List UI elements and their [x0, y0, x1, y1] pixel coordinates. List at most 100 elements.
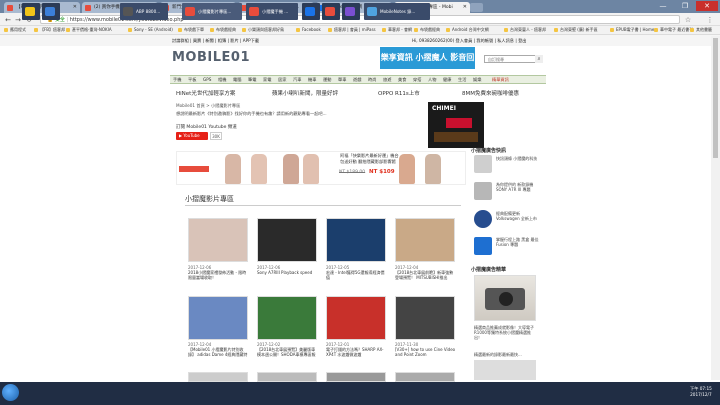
header-banner[interactable]: 樂享資訊 小摺魔人 影音回顧 — [380, 47, 475, 84]
nav-item[interactable]: 汽車 — [293, 77, 301, 83]
nav-item[interactable]: 娛樂 — [473, 77, 481, 83]
nav-item[interactable]: 筆電 — [248, 77, 256, 83]
nav-item[interactable]: 生活 — [458, 77, 466, 83]
taskbar-app[interactable] — [42, 3, 60, 20]
promo-link[interactable]: 蘋果小喇叭新聞，限量好評 — [272, 89, 338, 97]
ad-strip[interactable] — [176, 151, 466, 185]
nav-item[interactable]: 手機 — [173, 77, 181, 83]
close-window-button[interactable]: ✕ — [696, 1, 718, 11]
maximize-button[interactable]: ❐ — [674, 1, 696, 11]
bookmark-item[interactable]: 其他書籤 — [690, 27, 712, 33]
close-icon[interactable]: ✕ — [73, 4, 77, 10]
video-thumbnail[interactable] — [257, 218, 317, 262]
nav-item[interactable]: 機車 — [308, 77, 316, 83]
video-thumbnail[interactable] — [326, 218, 386, 262]
bookmark-item[interactable]: 應用程式 — [4, 27, 26, 33]
video-title[interactable]: 【2018台北車展前瞻】新車強勢登場預覽！ MITSUBISHI推出 — [395, 270, 457, 280]
top-link[interactable]: 相簿 — [218, 38, 226, 43]
search-input[interactable]: 自訂搜尋 — [484, 55, 542, 63]
sidebar-item-text[interactable]: 為你提供的 新款錄機 SONY A7R III 專題 — [496, 182, 542, 192]
sidebar-thumbnail[interactable] — [474, 237, 492, 255]
nav-item[interactable]: 遊戲 — [353, 77, 361, 83]
nav-item[interactable]: 單車 — [338, 77, 346, 83]
system-clock[interactable]: 下午 07:15 2017/12/7 — [690, 386, 712, 398]
top-link[interactable]: 討論群組 — [172, 38, 189, 43]
my-account-link[interactable]: 我的帳號 — [476, 38, 493, 43]
new-tab-button[interactable] — [470, 3, 483, 12]
video-title[interactable]: 電子打錢的方法嗎？SHARP AX-XP4T 水波爐微波爐 — [326, 347, 388, 357]
nav-item[interactable]: GPS — [203, 77, 211, 82]
taskbar-app[interactable]: ABP 8800... — [120, 3, 168, 20]
video-thumbnail[interactable] — [395, 296, 455, 340]
video-title[interactable]: 【Mobile01 小摺魔影片特別收錄】 adidas Dame 4經典隱藏特 — [188, 347, 250, 357]
bookmark-item[interactable]: 布袋戲經典 — [414, 27, 440, 33]
top-link[interactable]: APP下載 — [243, 38, 259, 43]
bookmark-item[interactable]: EPUB電子書 | Home — [610, 27, 654, 33]
sidebar-caption[interactable]: 精選商品推薦成就影像！大導電子R1000等獨特系統小摺魔精選推出！ — [474, 325, 538, 340]
video-thumbnail[interactable] — [326, 296, 386, 340]
nav-item[interactable]: 平板 — [188, 77, 196, 83]
nav-item[interactable]: 穿搭 — [413, 77, 421, 83]
sidebar-thumbnail[interactable] — [474, 155, 492, 173]
dashcam-image[interactable] — [474, 275, 536, 321]
forward-icon[interactable]: → — [14, 16, 22, 24]
promo-link[interactable]: OPPO R11s上市 — [378, 89, 420, 97]
taskbar-app[interactable] — [322, 3, 340, 20]
taskbar-app[interactable]: 小摺魔手機 ... — [246, 3, 298, 20]
youtube-subscribe-button[interactable]: ▶ YouTube — [176, 132, 208, 140]
top-link[interactable]: 影片 — [230, 38, 238, 43]
star-icon[interactable]: ☆ — [684, 16, 692, 24]
video-thumbnail[interactable] — [257, 372, 317, 382]
nav-item[interactable]: 時尚 — [368, 77, 376, 83]
taskbar-app[interactable] — [302, 3, 320, 20]
video-thumbnail[interactable] — [257, 296, 317, 340]
nav-item[interactable]: 電腦 — [233, 77, 241, 83]
sidebar-item-text[interactable]: 經典配備更新 Volkswagen 全新上市 — [496, 211, 542, 221]
nav-item[interactable]: 旅遊 — [383, 77, 391, 83]
nav-item[interactable]: 運動 — [323, 77, 331, 83]
promo-link[interactable]: HiNet光世代加輕享方案 — [176, 89, 235, 97]
bookmark-item[interactable]: 布袋戲經典 — [210, 27, 236, 33]
search-icon[interactable]: ⌕ — [535, 55, 543, 63]
top-link[interactable]: 買賣 — [193, 38, 201, 43]
volkswagen-logo-icon[interactable] — [474, 210, 492, 228]
video-thumbnail[interactable] — [188, 296, 248, 340]
video-title[interactable]: 【2018台北車展預覽】美麗版車模本週公開！SHODA車模專區報 — [257, 347, 319, 357]
start-button[interactable] — [2, 384, 19, 401]
bookmark-item[interactable]: 台灣東堅 (廣) 新手區 — [554, 27, 598, 33]
nav-item[interactable]: 相機 — [218, 77, 226, 83]
video-title[interactable]: 宏達 - Intel獲得5G還報導經濟價值 — [326, 270, 388, 280]
close-icon[interactable]: ✕ — [463, 4, 467, 10]
ad-text[interactable]: 阿福「快樂影片最新好運」機台包送好動 翻拍隱藏影部影響館 — [340, 153, 402, 165]
nav-item[interactable]: 健康 — [443, 77, 451, 83]
promo-link[interactable]: 8MM免費來碗咖啡優惠 — [462, 89, 519, 97]
bookmark-item[interactable]: Android 台灣中文網 — [446, 27, 489, 33]
menu-icon[interactable]: ⋮ — [706, 16, 714, 24]
minimize-button[interactable]: — — [652, 1, 674, 11]
bookmark-item[interactable]: 痞客邦 | 會員 | miPass — [328, 27, 376, 33]
bookmark-item[interactable]: 華中電子 最近書刊 — [654, 27, 693, 33]
video-thumbnail[interactable] — [188, 372, 248, 382]
bookmark-item[interactable]: 小樂頭與痞客邦好鳥 — [242, 27, 284, 33]
video-thumbnail[interactable] — [395, 218, 455, 262]
taskbar-app[interactable]: MobileNotes 錄... — [364, 3, 430, 20]
sidebar-item-text[interactable]: 快訊頭條 小摺魔的科技 — [496, 156, 542, 161]
scrollbar-thumb[interactable] — [713, 38, 718, 158]
video-title[interactable]: Sony A7RIII Playback speed — [257, 270, 319, 275]
video-title[interactable]: [V30+] how to use Cine Video and Point Z… — [395, 347, 457, 357]
nav-item[interactable]: 精華資訊 — [492, 77, 509, 83]
bookmark-item[interactable]: 台灣東臺人 - 痞客邦 — [504, 27, 546, 33]
video-thumbnail[interactable] — [188, 218, 248, 262]
user-greeting[interactable]: Hi, 0938260262(00) 登入會員 — [412, 38, 472, 43]
video-thumbnail[interactable] — [395, 372, 455, 382]
bookmark-item[interactable]: Sony - SE (Android) — [128, 27, 173, 32]
bookmark-item[interactable]: 布袋戲下單 — [178, 27, 204, 33]
back-icon[interactable]: ← — [4, 16, 12, 24]
site-logo[interactable]: MOBILE01 — [172, 50, 250, 65]
tv-advertisement[interactable]: CHIMEI — [428, 102, 484, 148]
taskbar-app[interactable] — [22, 3, 40, 20]
breadcrumb[interactable]: Mobile01 首頁 > 小摺魔影片專區 — [176, 103, 240, 109]
bookmark-item[interactable]: 甚平價格-重灣-NOKIA — [66, 27, 112, 33]
bookmark-item[interactable]: 華客邦 - 會網 — [382, 27, 412, 33]
nav-item[interactable]: 家電 — [263, 77, 271, 83]
